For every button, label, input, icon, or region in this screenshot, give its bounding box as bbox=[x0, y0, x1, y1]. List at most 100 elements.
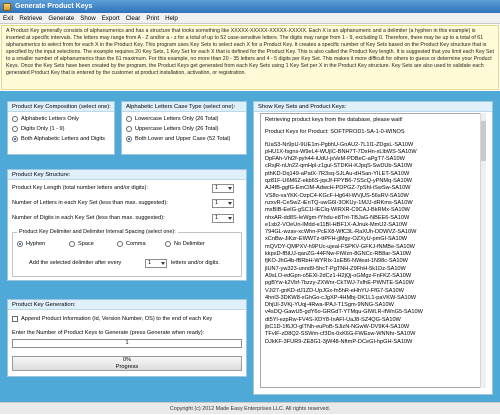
product-key-line: fjKO-JhG4b-fBRbH-WYRIx-1sEB6-NWeat-1N98c… bbox=[265, 258, 408, 265]
product-key-line: VS8o-vaYKK-OzpC4-KGcF-Hg64I-WVjUS-56sRV-… bbox=[265, 192, 409, 199]
product-key-line: nzxvR-CeSwZ-iEnTQ-uwG6I-3OKUy-1MJJ-dRKms… bbox=[265, 199, 413, 206]
product-key-line: A9sLO-edGpn-o5EXl-2dCz1-H2jQj-oGMgz-FnFK… bbox=[265, 272, 412, 279]
product-key-line: qz81F-U6M6Z-ekb6S-jqxJf-FPYB6-7SScQ-yPNM… bbox=[265, 178, 413, 185]
delimiter-none[interactable]: No Delimiter bbox=[165, 239, 225, 249]
append-info-row[interactable]: Append Product Information (Id, Version … bbox=[8, 314, 212, 324]
case-option-uppercase[interactable]: Uppercase Letters Only (26 Total) bbox=[122, 124, 246, 134]
menu-exit[interactable]: Exit bbox=[3, 15, 13, 22]
chevron-down-icon bbox=[228, 202, 232, 205]
radio-icon[interactable] bbox=[12, 126, 18, 132]
key-length-label: Product Key Length (total number letters… bbox=[12, 185, 148, 191]
radio-icon[interactable] bbox=[126, 126, 132, 132]
product-key-line: pgBYw-k2Vbf-7bzzy-ZXWnr-CkTWJ-7sfhE-PWNT… bbox=[265, 280, 414, 287]
product-key-line: dt5Yl-ezpRw-FV4S-XDY8-InAFI-UaJ8-SZ4QG-S… bbox=[265, 316, 401, 323]
product-key-list: fUaS3-Nr9pU-9UE1m-PgbhU-GnAU2-7L1I1-ZDgs… bbox=[265, 142, 481, 346]
composition-option-both[interactable]: Both Alphabetic Letters and Digits bbox=[8, 134, 114, 144]
product-key-line: 794GL-wzav-xcWhn-PcEX8-WfC3L-RaXUh-DDWVZ… bbox=[265, 229, 417, 236]
composition-option-digits[interactable]: Digits Only (1 - 9) bbox=[8, 124, 114, 134]
key-count-input[interactable]: 1 bbox=[12, 339, 242, 348]
digits-per-set-label: Number of Digits in each Key Set (less t… bbox=[12, 215, 165, 221]
main-content: Product Key Composition (select one): Al… bbox=[0, 91, 500, 402]
generation-panel: Product Key Generation: Append Product I… bbox=[7, 299, 247, 377]
structure-panel: Product Key Structure: Product Key Lengt… bbox=[7, 169, 247, 281]
radio-icon[interactable] bbox=[126, 116, 132, 122]
radio-selected-icon[interactable] bbox=[17, 241, 23, 247]
results-scrollbar[interactable] bbox=[480, 113, 486, 388]
case-option-both[interactable]: Both Lower and Upper Case (52 Total) bbox=[122, 134, 246, 144]
info-description: A Product Key generally consists of alph… bbox=[1, 25, 499, 90]
add-after-label: Add the selected delimiter after every bbox=[29, 260, 122, 266]
product-key-line: pHU1X-fsgns-W9eL4-WUjIC-BNH7T-7DxHn-xLlb… bbox=[265, 148, 417, 155]
results-panel: Show Key Sets and Product Keys: Retrievi… bbox=[253, 101, 493, 395]
menu-retrieve[interactable]: Retrieve bbox=[19, 15, 42, 22]
menu-show[interactable]: Show bbox=[80, 15, 95, 22]
radio-icon[interactable] bbox=[165, 241, 171, 247]
key-length-select[interactable]: 1 bbox=[212, 184, 234, 193]
delimiter-interval-select[interactable]: 1 bbox=[145, 259, 167, 268]
delimiter-comma[interactable]: Comma bbox=[117, 239, 165, 249]
product-key-line: mxBIB-EeIG-gSC1I-lECIq-WIRXR-C9CAJ-BkRMx… bbox=[265, 207, 410, 214]
window-title: Generate Product Keys bbox=[15, 3, 93, 10]
radio-icon[interactable] bbox=[117, 241, 123, 247]
menu-bar: Exit Retrieve Generate Show Export Clear… bbox=[0, 13, 500, 24]
case-option-lowercase[interactable]: Lowercase Letters Only (26 Total) bbox=[122, 114, 246, 124]
product-key-line: xCnBw-JiKzr-EWWTz-ttPFH-jjMgy-OZXyU-pmGI… bbox=[265, 236, 408, 243]
add-after-suffix-row: letters and/or digits. bbox=[171, 260, 220, 266]
radio-icon[interactable] bbox=[69, 241, 75, 247]
add-after-suffix: letters and/or digits. bbox=[171, 260, 220, 266]
append-info-label: Append Product Information (Id, Version … bbox=[21, 316, 213, 322]
delimiter-hyphen[interactable]: Hyphen bbox=[17, 239, 69, 249]
delimiter-interval-row: Add the selected delimiter after every bbox=[29, 260, 121, 266]
product-key-line: DpFAh-Vhl2f-pyh44-iUdU-jsVeM-PDBeC-aPgT7… bbox=[265, 156, 405, 163]
results-textarea[interactable]: Retrieving product keys from the databas… bbox=[260, 113, 486, 388]
product-key-line: kkpxD-fBiUJ-qanZG-44FNw-FtWzn-8GNCc-RB8a… bbox=[265, 251, 412, 258]
chevron-down-icon bbox=[228, 217, 232, 220]
delimiter-groupbox: Product Key Delimiter and Delimiter Inte… bbox=[12, 229, 242, 277]
composition-option-letters[interactable]: Alphabetic Letters Only bbox=[8, 114, 114, 124]
product-key-line: e1sb2-VOeUn-IMdd-e11BI-HBF1X-AJnuk-MmU2-… bbox=[265, 221, 408, 228]
letters-per-set-select[interactable]: 1 bbox=[212, 199, 234, 208]
product-key-line: cRsjR-nUn22-qmHpl-z1gul-STDKH-KJpqS-SwDU… bbox=[265, 163, 413, 170]
structure-header: Product Key Structure: bbox=[8, 170, 246, 180]
results-product-line: Product Keys for Product: SOFTPROD1-SA-1… bbox=[265, 129, 405, 136]
product-key-line: jbC1D-1f6JO-glTNh-euPoB-SJizN-NGwW-DV9K4… bbox=[265, 324, 410, 331]
letters-per-set-row: Number of Letters in each Key Set (less … bbox=[12, 200, 168, 206]
menu-help[interactable]: Help bbox=[165, 15, 178, 22]
menu-generate[interactable]: Generate bbox=[48, 15, 74, 22]
product-key-line: fUaS3-Nr9pU-9UE1m-PgbhU-GnAU2-7L1I1-ZDgs… bbox=[265, 141, 414, 148]
menu-clear[interactable]: Clear bbox=[126, 15, 141, 22]
letter-case-panel: Alphabetic Letters Case Type (select one… bbox=[121, 101, 247, 155]
radio-selected-icon[interactable] bbox=[12, 136, 18, 142]
append-info-checkbox[interactable] bbox=[12, 316, 18, 322]
menu-export[interactable]: Export bbox=[102, 15, 120, 22]
digits-per-set-select[interactable]: 1 bbox=[212, 214, 234, 223]
product-key-line: jlUN7-yw323-unnd9-5hcT-PgTNH-Z9FhH-5k1Dz… bbox=[265, 265, 406, 272]
scrollbar-thumb[interactable] bbox=[481, 121, 486, 161]
composition-panel: Product Key Composition (select one): Al… bbox=[7, 101, 115, 155]
progress-bar: 0% Progress bbox=[12, 356, 242, 371]
product-key-line: v4sDQ-GawU5-gdY6o-GRGdT-YTMqu-GIWLR-ifWn… bbox=[265, 309, 423, 316]
count-row: Enter the Number of Product Keys to Gene… bbox=[12, 330, 204, 336]
letters-per-set-label: Number of Letters in each Key Set (less … bbox=[12, 200, 168, 206]
results-header: Show Key Sets and Product Keys: bbox=[254, 102, 492, 112]
product-key-line: DJkKF-3FUR9-ZE8G1-3jW48-NftmP-DCeGI-hpGH… bbox=[265, 338, 413, 345]
menu-print[interactable]: Print bbox=[146, 15, 159, 22]
copyright-text: Copyright (c) 2012 Made Easy Enterprises… bbox=[169, 406, 331, 412]
chevron-down-icon bbox=[228, 187, 232, 190]
product-key-line: pthKD-Dq149-aPatX-7R3sq-SJLAu-dHSan-YILE… bbox=[265, 170, 410, 177]
delimiter-space[interactable]: Space bbox=[69, 239, 117, 249]
title-bar: Generate Product Keys bbox=[0, 0, 500, 13]
product-key-line: AJ4fB-ggfG-EmClM-AdwcH-PDPGZ-7pShl-iSwSw… bbox=[265, 185, 411, 192]
radio-icon[interactable] bbox=[12, 116, 18, 122]
digits-per-set-row: Number of Digits in each Key Set (less t… bbox=[12, 215, 165, 221]
product-key-line: VJi27-gnKD-dJ1ZD-UpJGx-fn5hR-eHhYU-FfG7-… bbox=[265, 287, 404, 294]
product-key-line: nhxAR-dd8S-IeWgm-fYhdu-e8Tnt-TBJaG-NBEE6… bbox=[265, 214, 410, 221]
progress-label: Progress bbox=[115, 363, 139, 370]
generation-header: Product Key Generation: bbox=[8, 300, 246, 310]
delimiter-legend: Product Key Delimiter and Delimiter Inte… bbox=[17, 229, 178, 235]
radio-selected-icon[interactable] bbox=[126, 136, 132, 142]
letter-case-header: Alphabetic Letters Case Type (select one… bbox=[122, 102, 246, 112]
app-key-icon bbox=[3, 2, 11, 11]
count-label: Enter the Number of Product Keys to Gene… bbox=[12, 330, 205, 336]
chevron-down-icon bbox=[161, 262, 165, 265]
